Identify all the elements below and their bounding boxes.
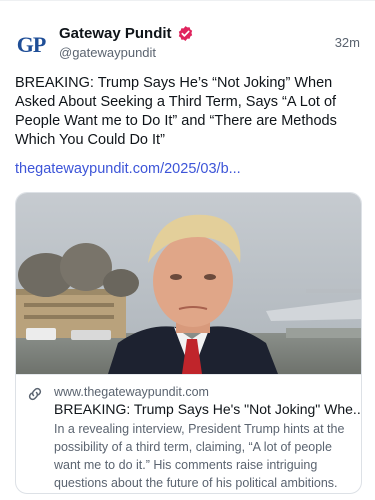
post-card[interactable]: GP Gateway Pundit @gatewaypundit 32m BRE… bbox=[0, 0, 375, 500]
post-timestamp[interactable]: 32m bbox=[335, 35, 360, 50]
article-image bbox=[16, 193, 361, 374]
link-preview-meta: www.thegatewaypundit.com BREAKING: Trump… bbox=[16, 374, 361, 493]
avatar-logo-text: GP bbox=[16, 32, 47, 57]
author-row: Gateway Pundit bbox=[59, 25, 194, 42]
link-preview-card[interactable]: www.thegatewaypundit.com BREAKING: Trump… bbox=[15, 192, 362, 494]
card-domain: www.thegatewaypundit.com bbox=[54, 385, 209, 399]
link-icon bbox=[28, 387, 42, 401]
display-name[interactable]: Gateway Pundit bbox=[59, 25, 172, 42]
post-link[interactable]: thegatewaypundit.com/2025/03/b... bbox=[15, 161, 241, 177]
card-description: In a revealing interview, President Trum… bbox=[54, 422, 345, 490]
verified-badge-icon bbox=[178, 26, 192, 41]
post-text: BREAKING: Trump Says He’s “Not Joking” W… bbox=[15, 75, 337, 148]
author-handle[interactable]: @gatewaypundit bbox=[59, 45, 156, 60]
avatar[interactable]: GP bbox=[14, 28, 48, 62]
card-title[interactable]: BREAKING: Trump Says He's "Not Joking" W… bbox=[54, 401, 361, 417]
